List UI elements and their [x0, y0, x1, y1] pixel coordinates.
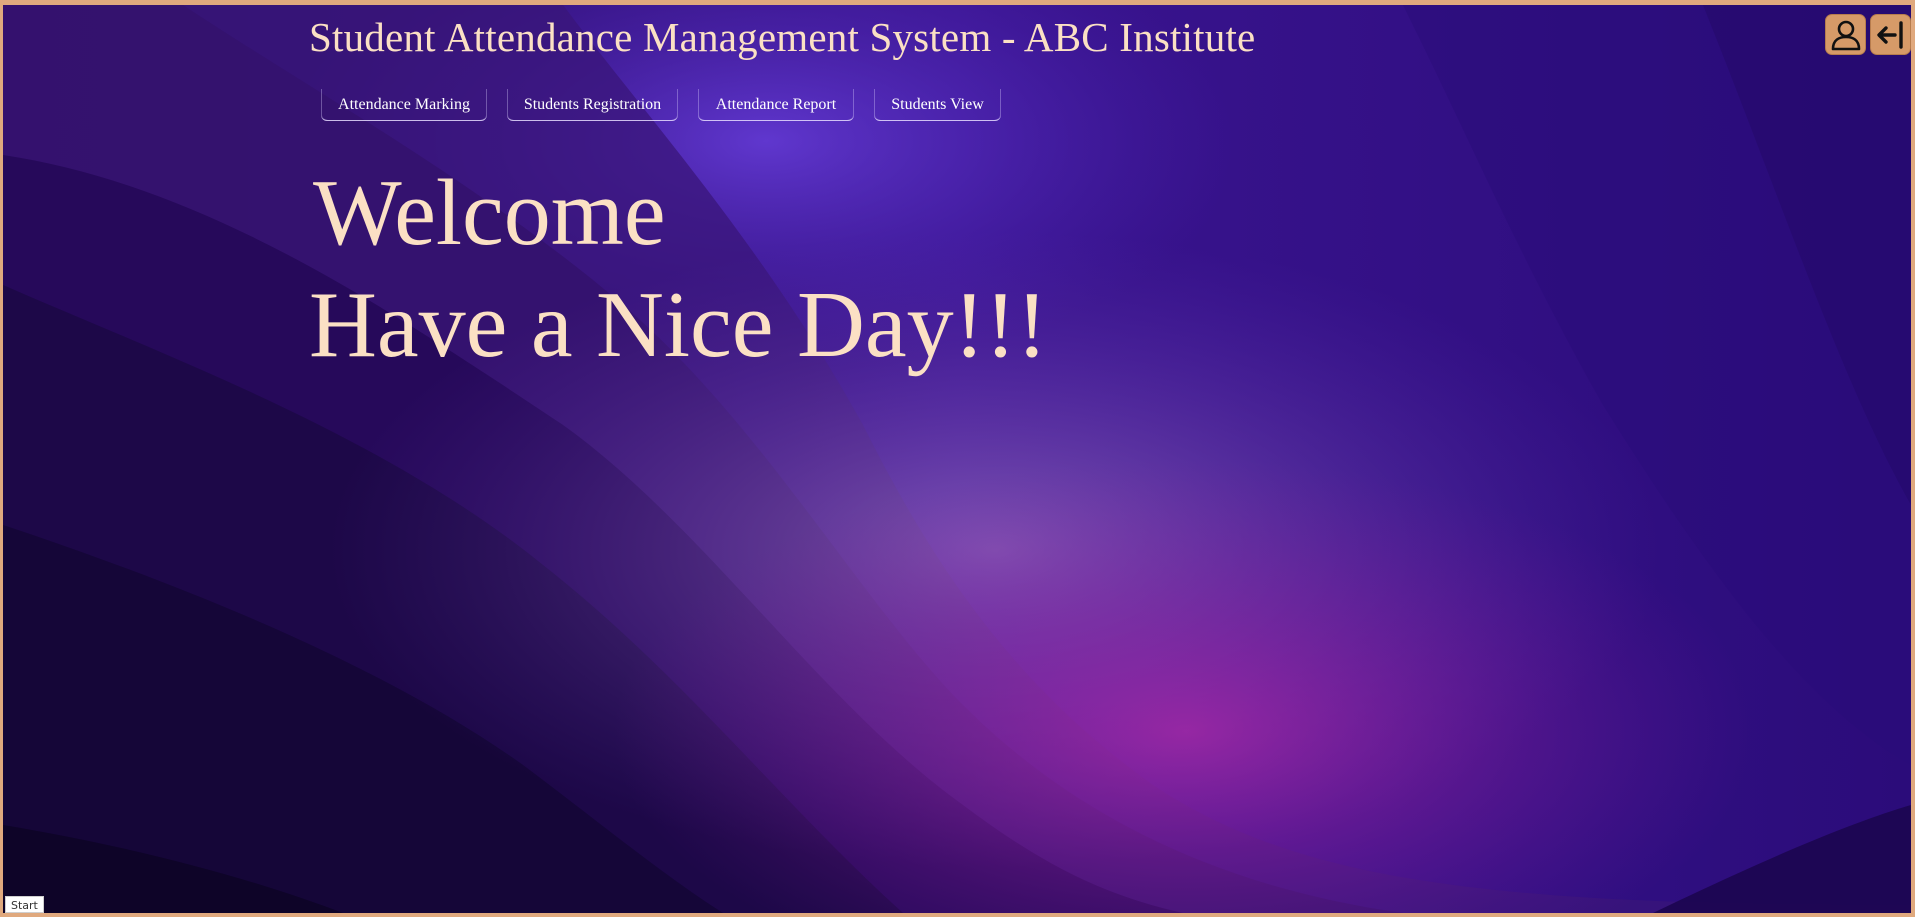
greeting-heading: Have a Nice Day!!! [309, 273, 1048, 377]
welcome-heading: Welcome [313, 161, 666, 265]
user-icon [1831, 20, 1860, 50]
nav-students-registration-button[interactable]: Students Registration [507, 89, 678, 121]
nav-students-view-button[interactable]: Students View [874, 89, 1001, 121]
background-wallpaper [3, 5, 1911, 913]
app-window: Student Attendance Management System - A… [0, 0, 1915, 917]
nav-attendance-marking-button[interactable]: Attendance Marking [321, 89, 487, 121]
page-title: Student Attendance Management System - A… [309, 14, 1256, 60]
profile-button[interactable] [1825, 14, 1866, 55]
nav-attendance-report-button[interactable]: Attendance Report [698, 89, 854, 121]
status-bar-label: Start [5, 896, 44, 913]
logout-icon [1876, 20, 1903, 49]
logout-button[interactable] [1870, 14, 1911, 55]
main-nav: Attendance Marking Students Registration… [321, 89, 1001, 121]
